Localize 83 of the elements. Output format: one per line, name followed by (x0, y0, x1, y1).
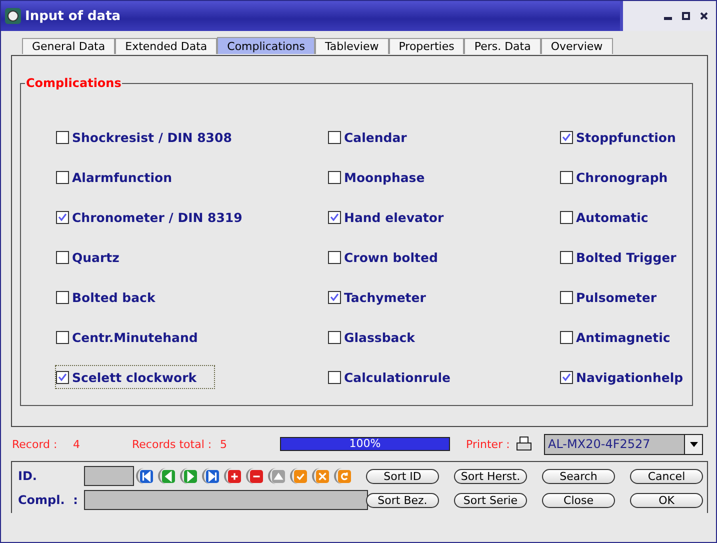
tab[interactable]: Pers. Data (464, 38, 541, 54)
checkbox-option[interactable]: Chronometer / DIN 8319 (56, 206, 328, 228)
action-button[interactable]: Sort Serie (454, 492, 527, 508)
checkbox[interactable] (328, 250, 341, 264)
checkbox[interactable] (560, 210, 573, 224)
tab[interactable]: Properties (388, 38, 464, 54)
checkbox[interactable] (560, 370, 573, 384)
id-field[interactable] (84, 466, 134, 486)
check-icon[interactable] (294, 470, 307, 482)
checkbox-option[interactable]: Antimagnetic (560, 326, 692, 348)
checkbox-option[interactable]: Centr.Minutehand (56, 326, 328, 348)
progress-text: 100% (348, 438, 382, 450)
checkbox[interactable] (560, 290, 573, 304)
tab[interactable]: Overview (540, 38, 613, 54)
next-icon[interactable] (184, 470, 197, 482)
checkbox-option[interactable]: Navigationhelp (560, 366, 692, 388)
tab[interactable]: Extended Data (115, 38, 218, 54)
checkbox-option[interactable]: Bolted Trigger (560, 246, 692, 268)
checkbox[interactable] (56, 130, 69, 144)
action-button[interactable]: OK (630, 492, 703, 508)
checkbox-option[interactable]: Calculationrule (328, 366, 560, 388)
action-button[interactable]: Cancel (630, 468, 703, 484)
window-title: Input of data (25, 8, 122, 24)
record-label: Record : (12, 438, 58, 450)
checkbox-option[interactable]: Pulsometer (560, 286, 692, 308)
checkbox-option[interactable]: Moonphase (328, 166, 560, 188)
checkbox-option[interactable]: Crown bolted (328, 246, 560, 268)
compl-field[interactable] (84, 490, 368, 510)
maximize-button[interactable] (682, 12, 690, 20)
tab[interactable]: Tableview (314, 38, 389, 54)
records-total-label: Records total : (132, 438, 213, 450)
action-button[interactable]: Sort Herst. (454, 468, 527, 484)
up-icon[interactable] (272, 470, 285, 482)
checkbox[interactable] (328, 210, 341, 224)
checkbox[interactable] (560, 170, 573, 184)
checkbox-option[interactable]: Alarmfunction (56, 166, 328, 188)
action-button[interactable]: Sort ID (366, 468, 439, 484)
dropdown-arrow-icon[interactable] (690, 442, 698, 446)
last-icon[interactable] (206, 470, 219, 482)
checkbox[interactable] (56, 330, 69, 344)
checkbox[interactable] (56, 210, 69, 224)
close-button[interactable] (700, 12, 708, 20)
checkbox[interactable] (56, 250, 69, 264)
compl-label: Compl. : (18, 493, 79, 507)
tab[interactable]: General Data (22, 38, 116, 54)
action-button[interactable]: Search (542, 468, 615, 484)
checkbox-option[interactable]: Calendar (328, 126, 560, 148)
checkbox[interactable] (560, 250, 573, 264)
tab[interactable]: Complications (217, 37, 315, 54)
checkbox[interactable] (328, 370, 341, 384)
checkbox-option[interactable]: Tachymeter (328, 286, 560, 308)
checkbox-option[interactable]: Stoppfunction (560, 126, 692, 148)
checkbox-option[interactable]: Shockresist / DIN 8308 (56, 126, 328, 148)
checkbox[interactable] (328, 330, 341, 344)
records-total-value: 5 (220, 438, 228, 450)
record-value: 4 (73, 438, 81, 450)
printer-dropdown[interactable]: AL-MX20-4F2527 (544, 434, 703, 454)
minus-icon[interactable] (250, 470, 263, 482)
checkbox[interactable] (328, 170, 341, 184)
printer-icon[interactable] (516, 436, 532, 452)
checkbox-option[interactable]: Chronograph (560, 166, 692, 188)
printer-label: Printer : (466, 438, 511, 450)
checkbox[interactable] (328, 290, 341, 304)
id-label: ID. (18, 469, 38, 483)
checkbox[interactable] (328, 130, 341, 144)
action-button[interactable]: Close (542, 492, 615, 508)
checkbox-option[interactable]: Scelett clockwork (56, 366, 214, 388)
plus-icon[interactable] (228, 470, 241, 482)
checkbox[interactable] (56, 370, 69, 384)
checkbox-option[interactable]: Automatic (560, 206, 692, 228)
checkbox-option[interactable]: Glassback (328, 326, 560, 348)
checkbox-option[interactable]: Quartz (56, 246, 328, 268)
previous-icon[interactable] (162, 470, 175, 482)
checkbox-option[interactable]: Bolted back (56, 286, 328, 308)
checkbox[interactable] (560, 330, 573, 344)
first-icon[interactable] (140, 470, 153, 482)
checkbox-option[interactable]: Hand elevator (328, 206, 560, 228)
checkbox[interactable] (56, 170, 69, 184)
checkbox[interactable] (560, 130, 573, 144)
app-icon (5, 8, 21, 24)
action-button[interactable]: Sort Bez. (366, 492, 439, 508)
group-title: Complications (25, 76, 122, 90)
checkbox[interactable] (56, 290, 69, 304)
